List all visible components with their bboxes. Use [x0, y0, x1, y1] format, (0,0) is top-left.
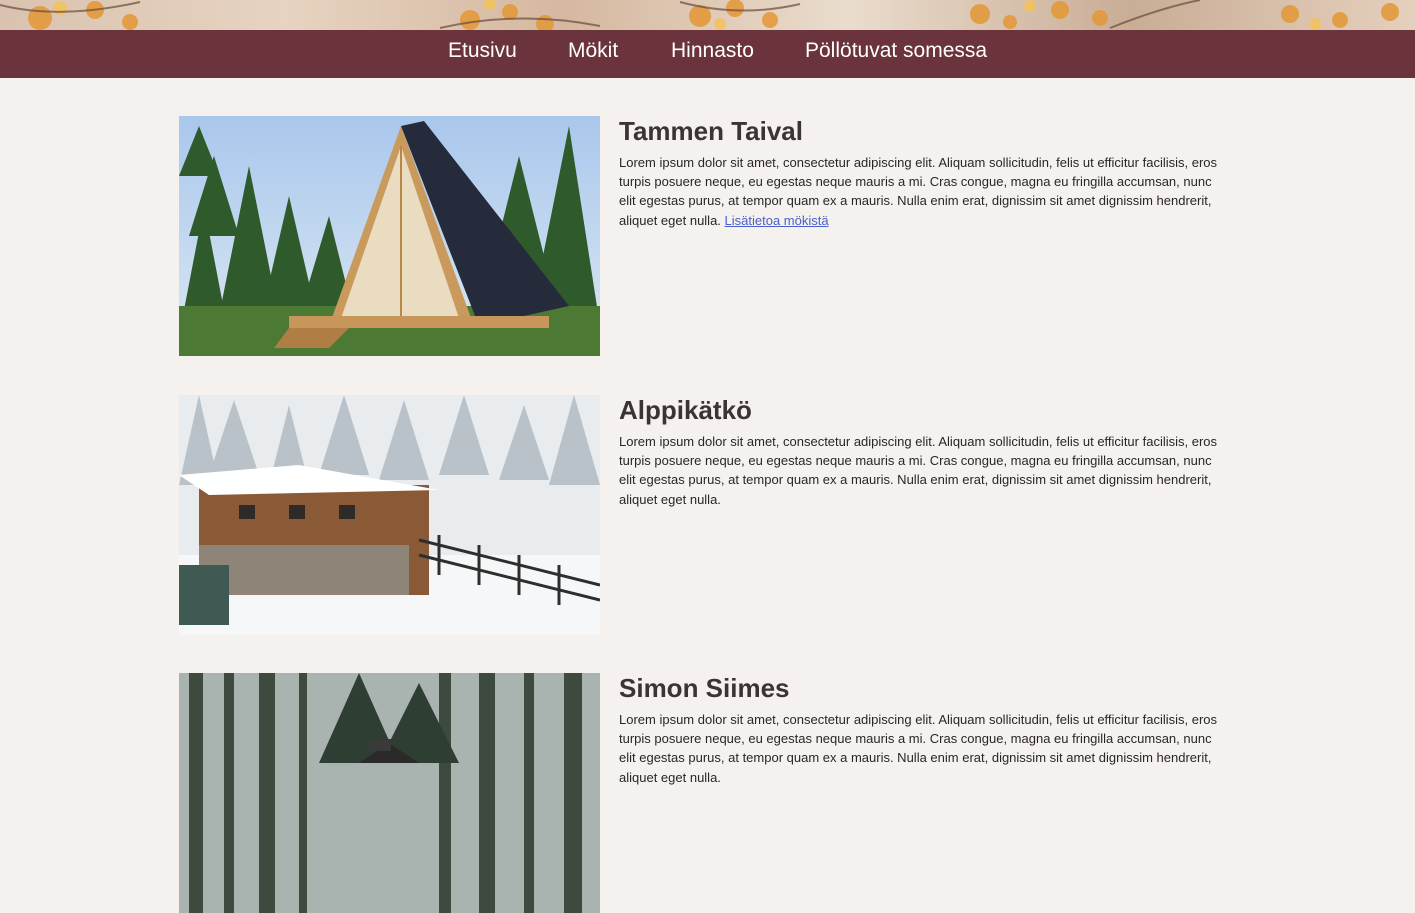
- cabin-title: Alppikätkö: [619, 395, 752, 425]
- main-navigation: Etusivu Mökit Hinnasto Pöllötuvat somess…: [0, 30, 1415, 78]
- cabin-description-text: Lorem ipsum dolor sit amet, consectetur …: [619, 712, 1218, 785]
- cabin-title: Simon Siimes: [619, 673, 790, 703]
- cabin-card: Tammen Taival Lorem ipsum dolor sit amet…: [179, 116, 1219, 356]
- cabin-description-text: Lorem ipsum dolor sit amet, consectetur …: [619, 155, 1218, 228]
- cabin-description: Lorem ipsum dolor sit amet, consectetur …: [619, 432, 1219, 509]
- cabin-card: Simon Siimes Lorem ipsum dolor sit amet,…: [179, 673, 1219, 913]
- cabin-image-forest-hut: [179, 673, 600, 913]
- nav-link-etusivu[interactable]: Etusivu: [448, 39, 517, 63]
- cabin-more-info-link[interactable]: Lisätietoa mökistä: [725, 213, 829, 228]
- nav-link-hinnasto[interactable]: Hinnasto: [671, 39, 754, 63]
- nav-link-somessa[interactable]: Pöllötuvat somessa: [805, 39, 987, 63]
- cabin-title: Tammen Taival: [619, 116, 803, 146]
- cabin-description: Lorem ipsum dolor sit amet, consectetur …: [619, 153, 1219, 230]
- header-banner-image: [0, 0, 1415, 30]
- cabin-image-a-frame: [179, 116, 600, 356]
- cabin-card: Alppikätkö Lorem ipsum dolor sit amet, c…: [179, 395, 1219, 635]
- nav-link-mokit[interactable]: Mökit: [568, 39, 618, 63]
- cabin-description-text: Lorem ipsum dolor sit amet, consectetur …: [619, 434, 1218, 507]
- cabin-description: Lorem ipsum dolor sit amet, consectetur …: [619, 710, 1219, 787]
- cabin-image-snow-chalet: [179, 395, 600, 635]
